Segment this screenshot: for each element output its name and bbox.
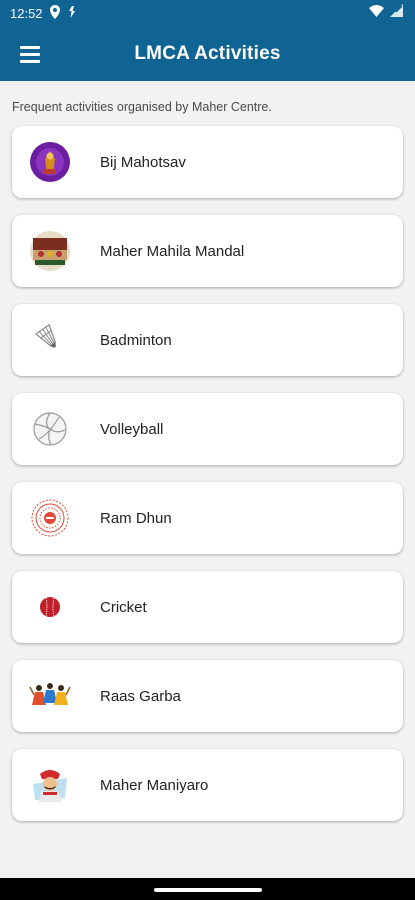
activity-label: Badminton — [100, 331, 172, 349]
mahila-mandal-icon — [28, 229, 72, 273]
cricket-ball-icon — [28, 585, 72, 629]
wifi-icon — [369, 4, 384, 20]
activity-card-bij-mahotsav[interactable]: Bij Mahotsav — [12, 126, 403, 198]
home-indicator[interactable] — [154, 888, 262, 892]
activity-label: Volleyball — [100, 420, 164, 438]
activity-list: Bij Mahotsav Maher Mahila Mandal Badmint… — [0, 126, 415, 821]
activity-label: Cricket — [100, 598, 147, 616]
page-title: LMCA Activities — [134, 42, 281, 64]
volleyball-icon — [28, 407, 72, 451]
activity-label: Maher Mahila Mandal — [100, 242, 245, 260]
ram-dhun-icon — [28, 496, 72, 540]
bij-mahotsav-icon — [28, 140, 72, 184]
location-icon — [49, 4, 61, 22]
raas-garba-icon — [28, 674, 72, 718]
activity-label: Bij Mahotsav — [100, 153, 186, 171]
activity-card-badminton[interactable]: Badminton — [12, 304, 403, 376]
app-bar: LMCA Activities — [0, 26, 415, 81]
activity-card-cricket[interactable]: Cricket — [12, 571, 403, 643]
data-saver-icon — [67, 5, 77, 21]
activity-card-volleyball[interactable]: Volleyball — [12, 393, 403, 465]
activity-label: Ram Dhun — [100, 509, 172, 527]
activity-card-ram-dhun[interactable]: Ram Dhun — [12, 482, 403, 554]
activity-card-maher-maniyaro[interactable]: Maher Maniyaro — [12, 749, 403, 821]
maniyaro-icon — [28, 763, 72, 807]
signal-icon — [390, 4, 403, 20]
activity-label: Maher Maniyaro — [100, 776, 209, 794]
activity-label: Raas Garba — [100, 687, 181, 705]
activity-card-raas-garba[interactable]: Raas Garba — [12, 660, 403, 732]
shuttlecock-icon — [28, 318, 72, 362]
activity-card-maher-mahila-mandal[interactable]: Maher Mahila Mandal — [12, 215, 403, 287]
status-bar: 12:52 — [0, 0, 415, 26]
system-navigation-bar — [0, 878, 415, 900]
status-time: 12:52 — [10, 5, 43, 21]
page-subtitle: Frequent activities organised by Maher C… — [12, 100, 272, 114]
